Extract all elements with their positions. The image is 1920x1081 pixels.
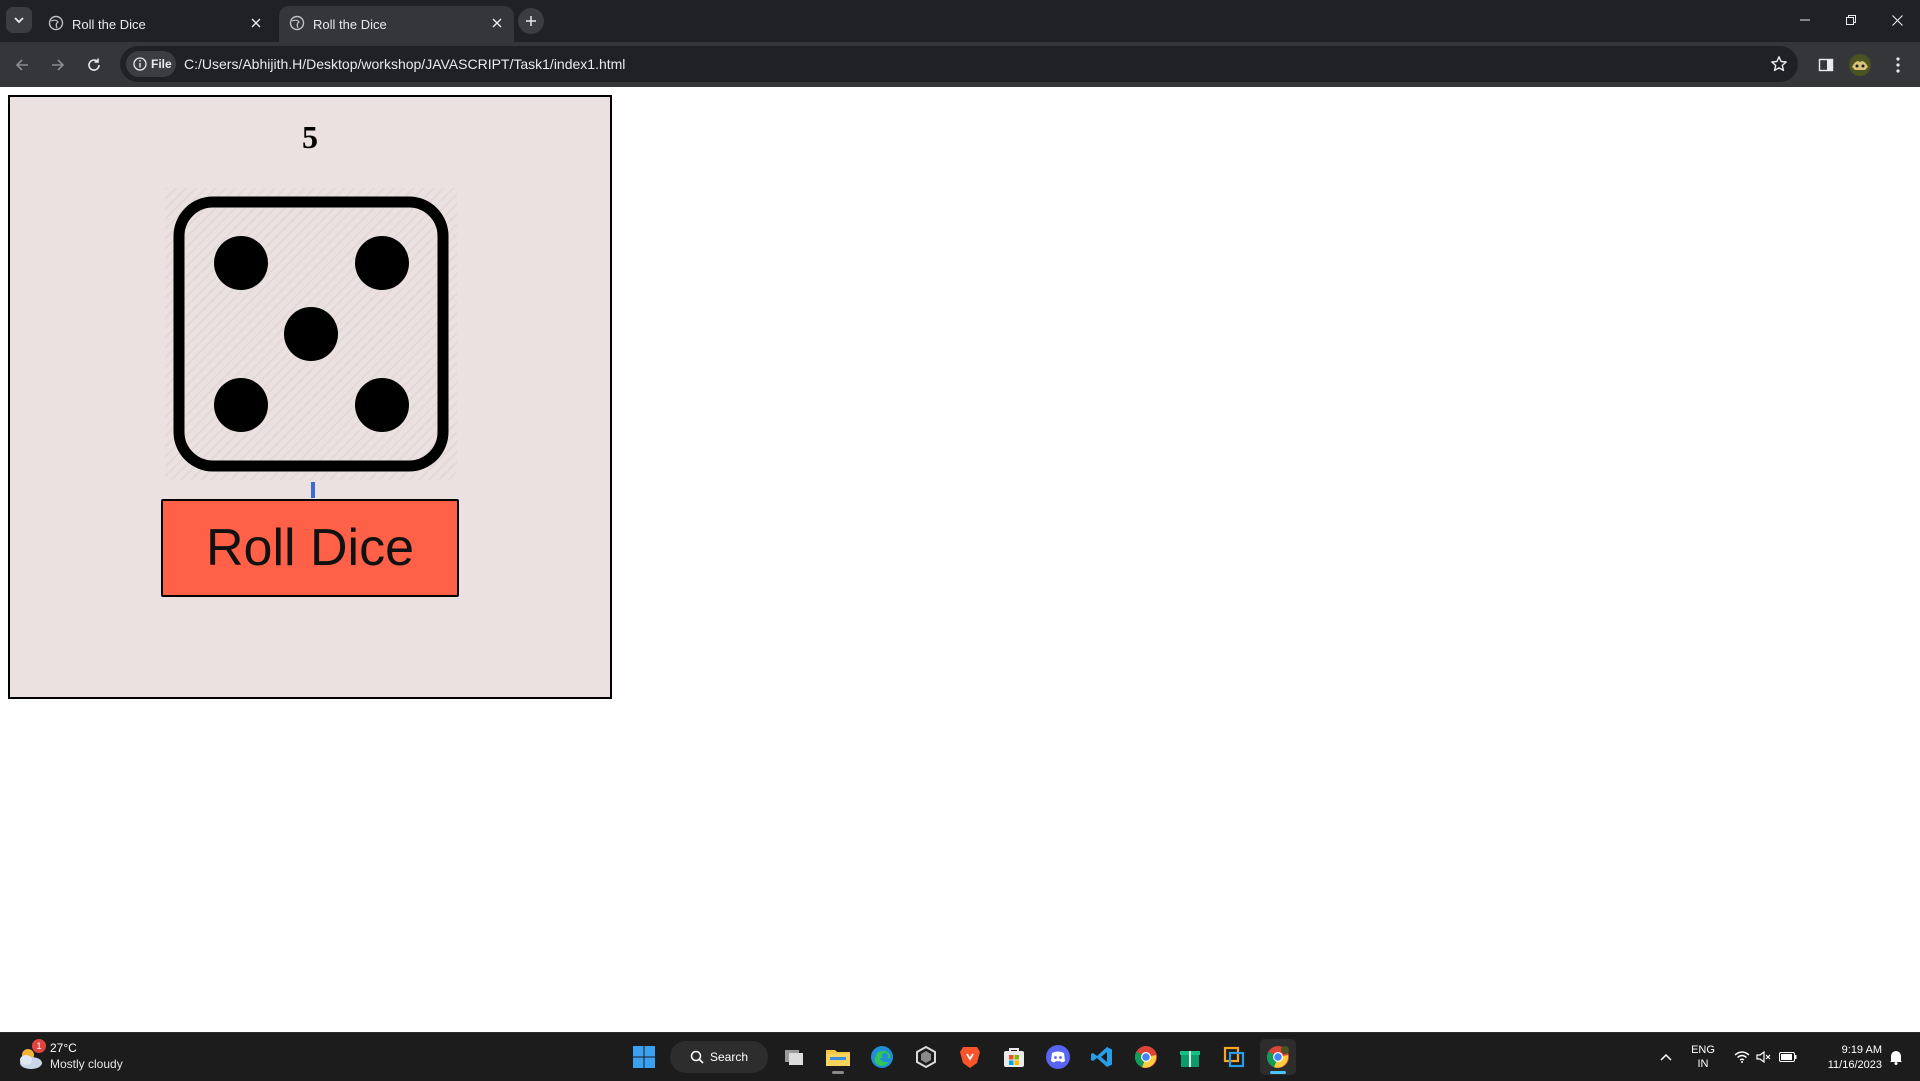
page-viewport: 5 Roll Dice	[0, 87, 1920, 1032]
plus-icon	[526, 16, 536, 26]
chip-label: File	[151, 57, 172, 71]
forward-button[interactable]	[44, 51, 72, 79]
notification-badge: 1	[32, 1039, 46, 1053]
search-icon	[690, 1050, 704, 1064]
show-hidden-icons-button[interactable]	[1652, 1033, 1680, 1081]
url-text[interactable]: C:/Users/Abhijith.H/Desktop/workshop/JAV…	[184, 56, 625, 72]
taskbar-app-brave[interactable]	[952, 1039, 988, 1075]
taskbar-app-chrome[interactable]	[1128, 1039, 1164, 1075]
store-bag-icon	[1004, 1048, 1024, 1067]
search-label: Search	[710, 1050, 749, 1064]
restore-icon	[1846, 15, 1856, 25]
taskbar-app-unity[interactable]	[908, 1039, 944, 1075]
taskbar-app-file-explorer[interactable]	[820, 1039, 856, 1075]
start-button[interactable]	[626, 1039, 662, 1075]
battery-status[interactable]	[1776, 1033, 1800, 1081]
wifi-status[interactable]	[1730, 1033, 1754, 1081]
chevron-up-icon	[1660, 1053, 1672, 1061]
profile-button[interactable]	[1846, 51, 1874, 79]
site-info-chip[interactable]: File	[126, 51, 176, 77]
tab-title: Roll the Dice	[313, 17, 387, 32]
taskbar-app-vscode[interactable]	[1084, 1039, 1120, 1075]
taskbar-app-discord[interactable]	[1040, 1039, 1076, 1075]
restore-button[interactable]	[1828, 0, 1874, 40]
clock-time: 9:19 AM	[1841, 1044, 1882, 1056]
dice-face-image	[165, 188, 457, 480]
battery-icon	[1779, 1052, 1797, 1062]
vscode-icon	[1091, 1047, 1112, 1067]
discord-icon	[1046, 1045, 1070, 1069]
weather-widget[interactable]: 1 27°C Mostly cloudy	[16, 1039, 156, 1075]
weather-temperature: 27°C	[50, 1041, 77, 1055]
taskbar-app-chrome-active[interactable]	[1260, 1039, 1296, 1075]
notifications-button[interactable]	[1884, 1033, 1908, 1081]
overlay-windows-icon	[1223, 1046, 1245, 1068]
reload-button[interactable]	[80, 51, 108, 79]
browser-tab[interactable]: Roll the Dice	[38, 6, 273, 42]
dice-result-number: 5	[302, 119, 318, 155]
edge-icon	[871, 1046, 893, 1068]
chevron-down-icon	[14, 17, 24, 24]
running-indicator	[832, 1071, 844, 1074]
active-indicator	[1270, 1071, 1286, 1074]
dice-five-icon	[173, 196, 449, 472]
close-icon	[1891, 14, 1903, 26]
info-icon	[133, 57, 147, 71]
browser-toolbar: File C:/Users/Abhijith.H/Desktop/worksho…	[0, 42, 1920, 87]
arrow-right-icon	[52, 59, 65, 71]
tab-title: Roll the Dice	[72, 17, 146, 32]
clock-date: 11/16/2023	[1827, 1059, 1882, 1071]
side-panel-icon	[1818, 58, 1834, 72]
browser-tab-strip: Roll the Dice Roll the Dice	[0, 0, 1920, 42]
chrome-profile-icon	[1266, 1046, 1289, 1068]
taskbar-app-edge[interactable]	[864, 1039, 900, 1075]
task-view-icon	[785, 1050, 803, 1065]
minimize-icon	[1800, 19, 1810, 21]
close-tab-icon[interactable]	[247, 14, 265, 32]
tab-search-button[interactable]	[6, 7, 32, 33]
weather-condition: Mostly cloudy	[50, 1057, 123, 1071]
bookmark-button[interactable]	[1768, 53, 1790, 75]
windows-logo-icon	[633, 1046, 655, 1068]
reload-icon	[88, 58, 100, 71]
star-icon	[1771, 56, 1787, 72]
folder-icon	[826, 1050, 850, 1066]
volume-muted-icon	[1756, 1051, 1771, 1063]
close-tab-icon[interactable]	[488, 14, 506, 32]
unity-icon	[916, 1046, 936, 1068]
profile-avatar-icon	[1849, 54, 1871, 76]
taskbar-app-task-view[interactable]	[776, 1039, 812, 1075]
text-cursor	[311, 482, 315, 498]
volume-status[interactable]	[1752, 1033, 1776, 1081]
browser-tab-active[interactable]: Roll the Dice	[279, 6, 514, 42]
globe-icon	[48, 15, 64, 31]
taskbar-app-microsoft-store[interactable]	[996, 1039, 1032, 1075]
bell-icon	[1890, 1051, 1902, 1065]
taskbar-app-gift[interactable]	[1172, 1039, 1208, 1075]
gift-icon	[1180, 1051, 1200, 1067]
new-tab-button[interactable]	[518, 8, 544, 34]
close-window-button[interactable]	[1874, 0, 1920, 40]
minimize-button[interactable]	[1782, 0, 1828, 40]
back-button[interactable]	[8, 51, 36, 79]
windows-taskbar: 1 27°C Mostly cloudy Search ENG IN 9:19 …	[0, 1032, 1920, 1081]
language-indicator[interactable]: ENG IN	[1688, 1043, 1718, 1071]
dice-game-container: 5 Roll Dice	[8, 95, 612, 699]
globe-icon	[289, 15, 305, 31]
chrome-icon	[1134, 1046, 1157, 1068]
browser-menu-button[interactable]	[1884, 51, 1912, 79]
region-code: IN	[1697, 1058, 1709, 1070]
more-vertical-icon	[1896, 57, 1900, 73]
taskbar-search[interactable]: Search	[670, 1041, 768, 1073]
wifi-icon	[1734, 1051, 1750, 1063]
roll-dice-button[interactable]: Roll Dice	[161, 499, 459, 597]
language-code: ENG	[1691, 1044, 1715, 1056]
arrow-left-icon	[15, 59, 28, 71]
address-bar[interactable]: File C:/Users/Abhijith.H/Desktop/worksho…	[120, 46, 1798, 82]
system-clock[interactable]: 9:19 AM 11/16/2023	[1806, 1043, 1882, 1073]
taskbar-app-overlay[interactable]	[1216, 1039, 1252, 1075]
brave-lion-icon	[960, 1047, 980, 1068]
side-panel-button[interactable]	[1812, 51, 1840, 79]
